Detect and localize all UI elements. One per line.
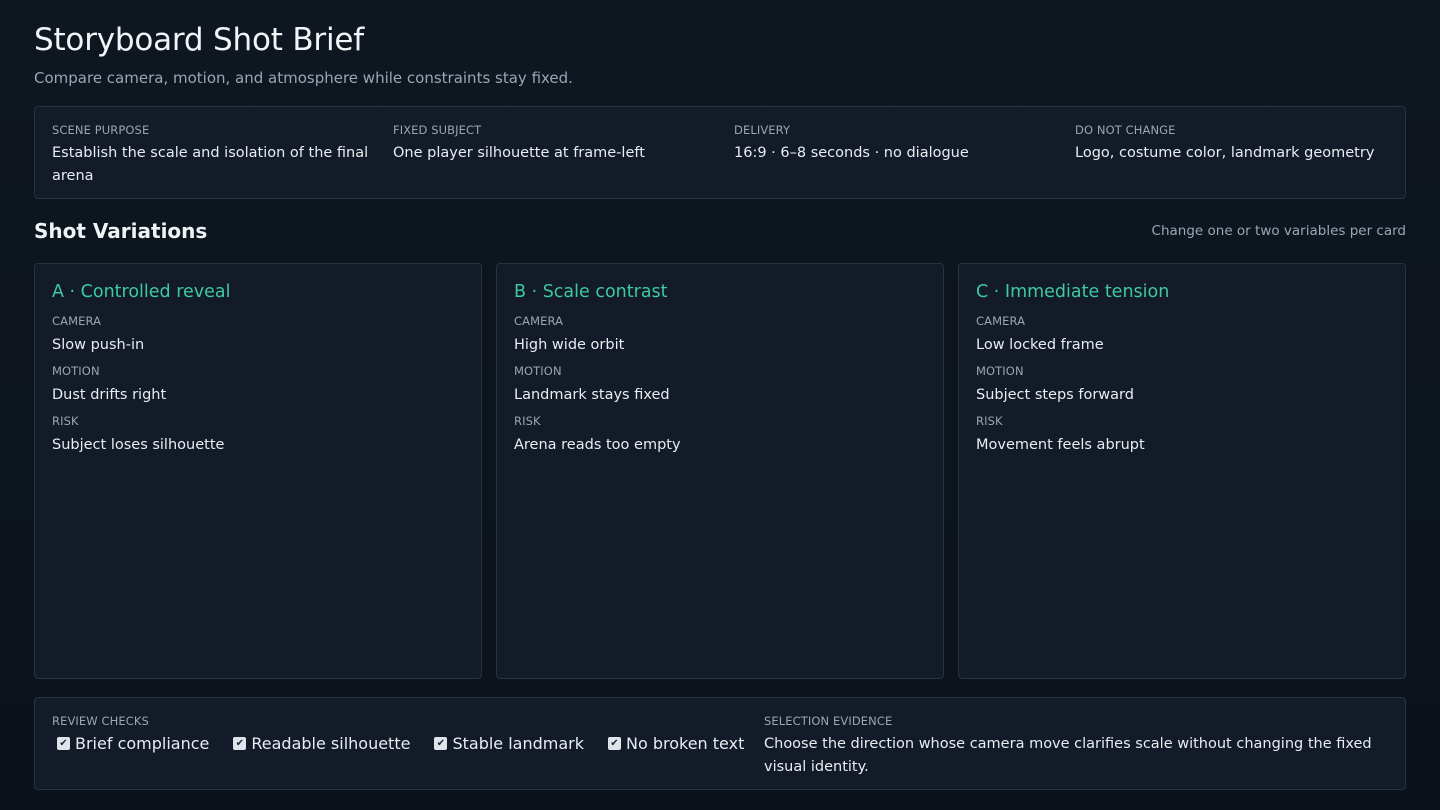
field-camera: CAMERA High wide orbit	[514, 314, 681, 364]
field-label: CAMERA	[514, 314, 564, 328]
card-fields: CAMERA High wide orbit MOTION Landmark s…	[514, 314, 681, 464]
checks-row: ✔ Brief compliance ✔ Readable silhouette…	[57, 734, 744, 753]
check-label: No broken text	[626, 734, 745, 753]
checkbox-checked-icon[interactable]: ✔	[57, 737, 70, 750]
page-subtitle: Compare camera, motion, and atmosphere w…	[34, 69, 573, 87]
card-fields: CAMERA Slow push-in MOTION Dust drifts r…	[52, 314, 224, 464]
field-label: RISK	[52, 414, 79, 428]
field-value: Subject loses silhouette	[52, 437, 225, 453]
brief-value: One player silhouette at frame-left	[393, 145, 645, 161]
check-no-broken-text[interactable]: ✔ No broken text	[608, 734, 744, 753]
checkbox-checked-icon[interactable]: ✔	[233, 737, 247, 750]
field-value: Low locked frame	[976, 337, 1104, 353]
check-label: Readable silhouette	[251, 734, 411, 753]
brief-label: SCENE PURPOSE	[52, 123, 150, 137]
card-title: C · Immediate tension	[976, 282, 1170, 302]
brief-panel: SCENE PURPOSE Establish the scale and is…	[34, 106, 1406, 199]
check-readable-silhouette[interactable]: ✔ Readable silhouette	[233, 734, 410, 753]
selection-evidence: SELECTION EVIDENCE Choose the direction …	[764, 714, 1384, 779]
page-title: Storyboard Shot Brief	[34, 22, 364, 58]
brief-label: DELIVERY	[734, 123, 791, 137]
variation-card-c[interactable]: C · Immediate tension CAMERA Low locked …	[958, 263, 1406, 679]
field-label: RISK	[514, 414, 541, 428]
brief-label: DO NOT CHANGE	[1075, 123, 1176, 137]
brief-label: FIXED SUBJECT	[393, 123, 482, 137]
variation-card-b[interactable]: B · Scale contrast CAMERA High wide orbi…	[496, 263, 944, 679]
check-label: Brief compliance	[75, 734, 210, 753]
field-value: Movement feels abrupt	[976, 437, 1145, 453]
field-value: Arena reads too empty	[514, 437, 681, 453]
field-label: RISK	[976, 414, 1003, 428]
field-label: CAMERA	[52, 314, 102, 328]
card-fields: CAMERA Low locked frame MOTION Subject s…	[976, 314, 1145, 464]
evidence-text: Choose the direction whose camera move c…	[764, 736, 1372, 775]
field-value: Landmark stays fixed	[514, 387, 670, 403]
brief-fixed-subject: FIXED SUBJECT One player silhouette at f…	[393, 123, 713, 165]
brief-value: Establish the scale and isolation of the…	[52, 145, 369, 184]
field-motion: MOTION Dust drifts right	[52, 364, 224, 414]
field-risk: RISK Movement feels abrupt	[976, 414, 1145, 464]
brief-value: Logo, costume color, landmark geometry	[1075, 145, 1375, 161]
review-checks-label: REVIEW CHECKS	[52, 714, 149, 728]
review-checks: REVIEW CHECKS ✔ Brief compliance ✔ Reada…	[52, 714, 744, 753]
field-label: MOTION	[976, 364, 1024, 378]
card-title: B · Scale contrast	[514, 282, 668, 302]
field-camera: CAMERA Low locked frame	[976, 314, 1145, 364]
brief-value: 16:9 · 6–8 seconds · no dialogue	[734, 145, 969, 161]
card-title: A · Controlled reveal	[52, 282, 231, 302]
field-label: CAMERA	[976, 314, 1026, 328]
field-label: MOTION	[514, 364, 562, 378]
review-panel: REVIEW CHECKS ✔ Brief compliance ✔ Reada…	[34, 697, 1406, 790]
check-label: Stable landmark	[452, 734, 584, 753]
section-hint: Change one or two variables per card	[1151, 223, 1406, 239]
field-motion: MOTION Subject steps forward	[976, 364, 1145, 414]
variation-card-a[interactable]: A · Controlled reveal CAMERA Slow push-i…	[34, 263, 482, 679]
field-label: MOTION	[52, 364, 100, 378]
field-motion: MOTION Landmark stays fixed	[514, 364, 681, 414]
field-risk: RISK Arena reads too empty	[514, 414, 681, 464]
field-risk: RISK Subject loses silhouette	[52, 414, 224, 464]
field-value: High wide orbit	[514, 337, 625, 353]
field-value: Slow push-in	[52, 337, 145, 353]
field-value: Subject steps forward	[976, 387, 1134, 403]
evidence-label: SELECTION EVIDENCE	[764, 714, 893, 728]
check-brief-compliance[interactable]: ✔ Brief compliance	[57, 734, 209, 753]
checkbox-checked-icon[interactable]: ✔	[434, 737, 448, 750]
brief-scene-purpose: SCENE PURPOSE Establish the scale and is…	[52, 123, 372, 188]
brief-do-not-change: DO NOT CHANGE Logo, costume color, landm…	[1075, 123, 1395, 165]
check-stable-landmark[interactable]: ✔ Stable landmark	[434, 734, 584, 753]
field-camera: CAMERA Slow push-in	[52, 314, 224, 364]
brief-delivery: DELIVERY 16:9 · 6–8 seconds · no dialogu…	[734, 123, 1054, 165]
field-value: Dust drifts right	[52, 387, 167, 403]
section-title: Shot Variations	[34, 219, 208, 243]
checkbox-checked-icon[interactable]: ✔	[608, 737, 621, 750]
